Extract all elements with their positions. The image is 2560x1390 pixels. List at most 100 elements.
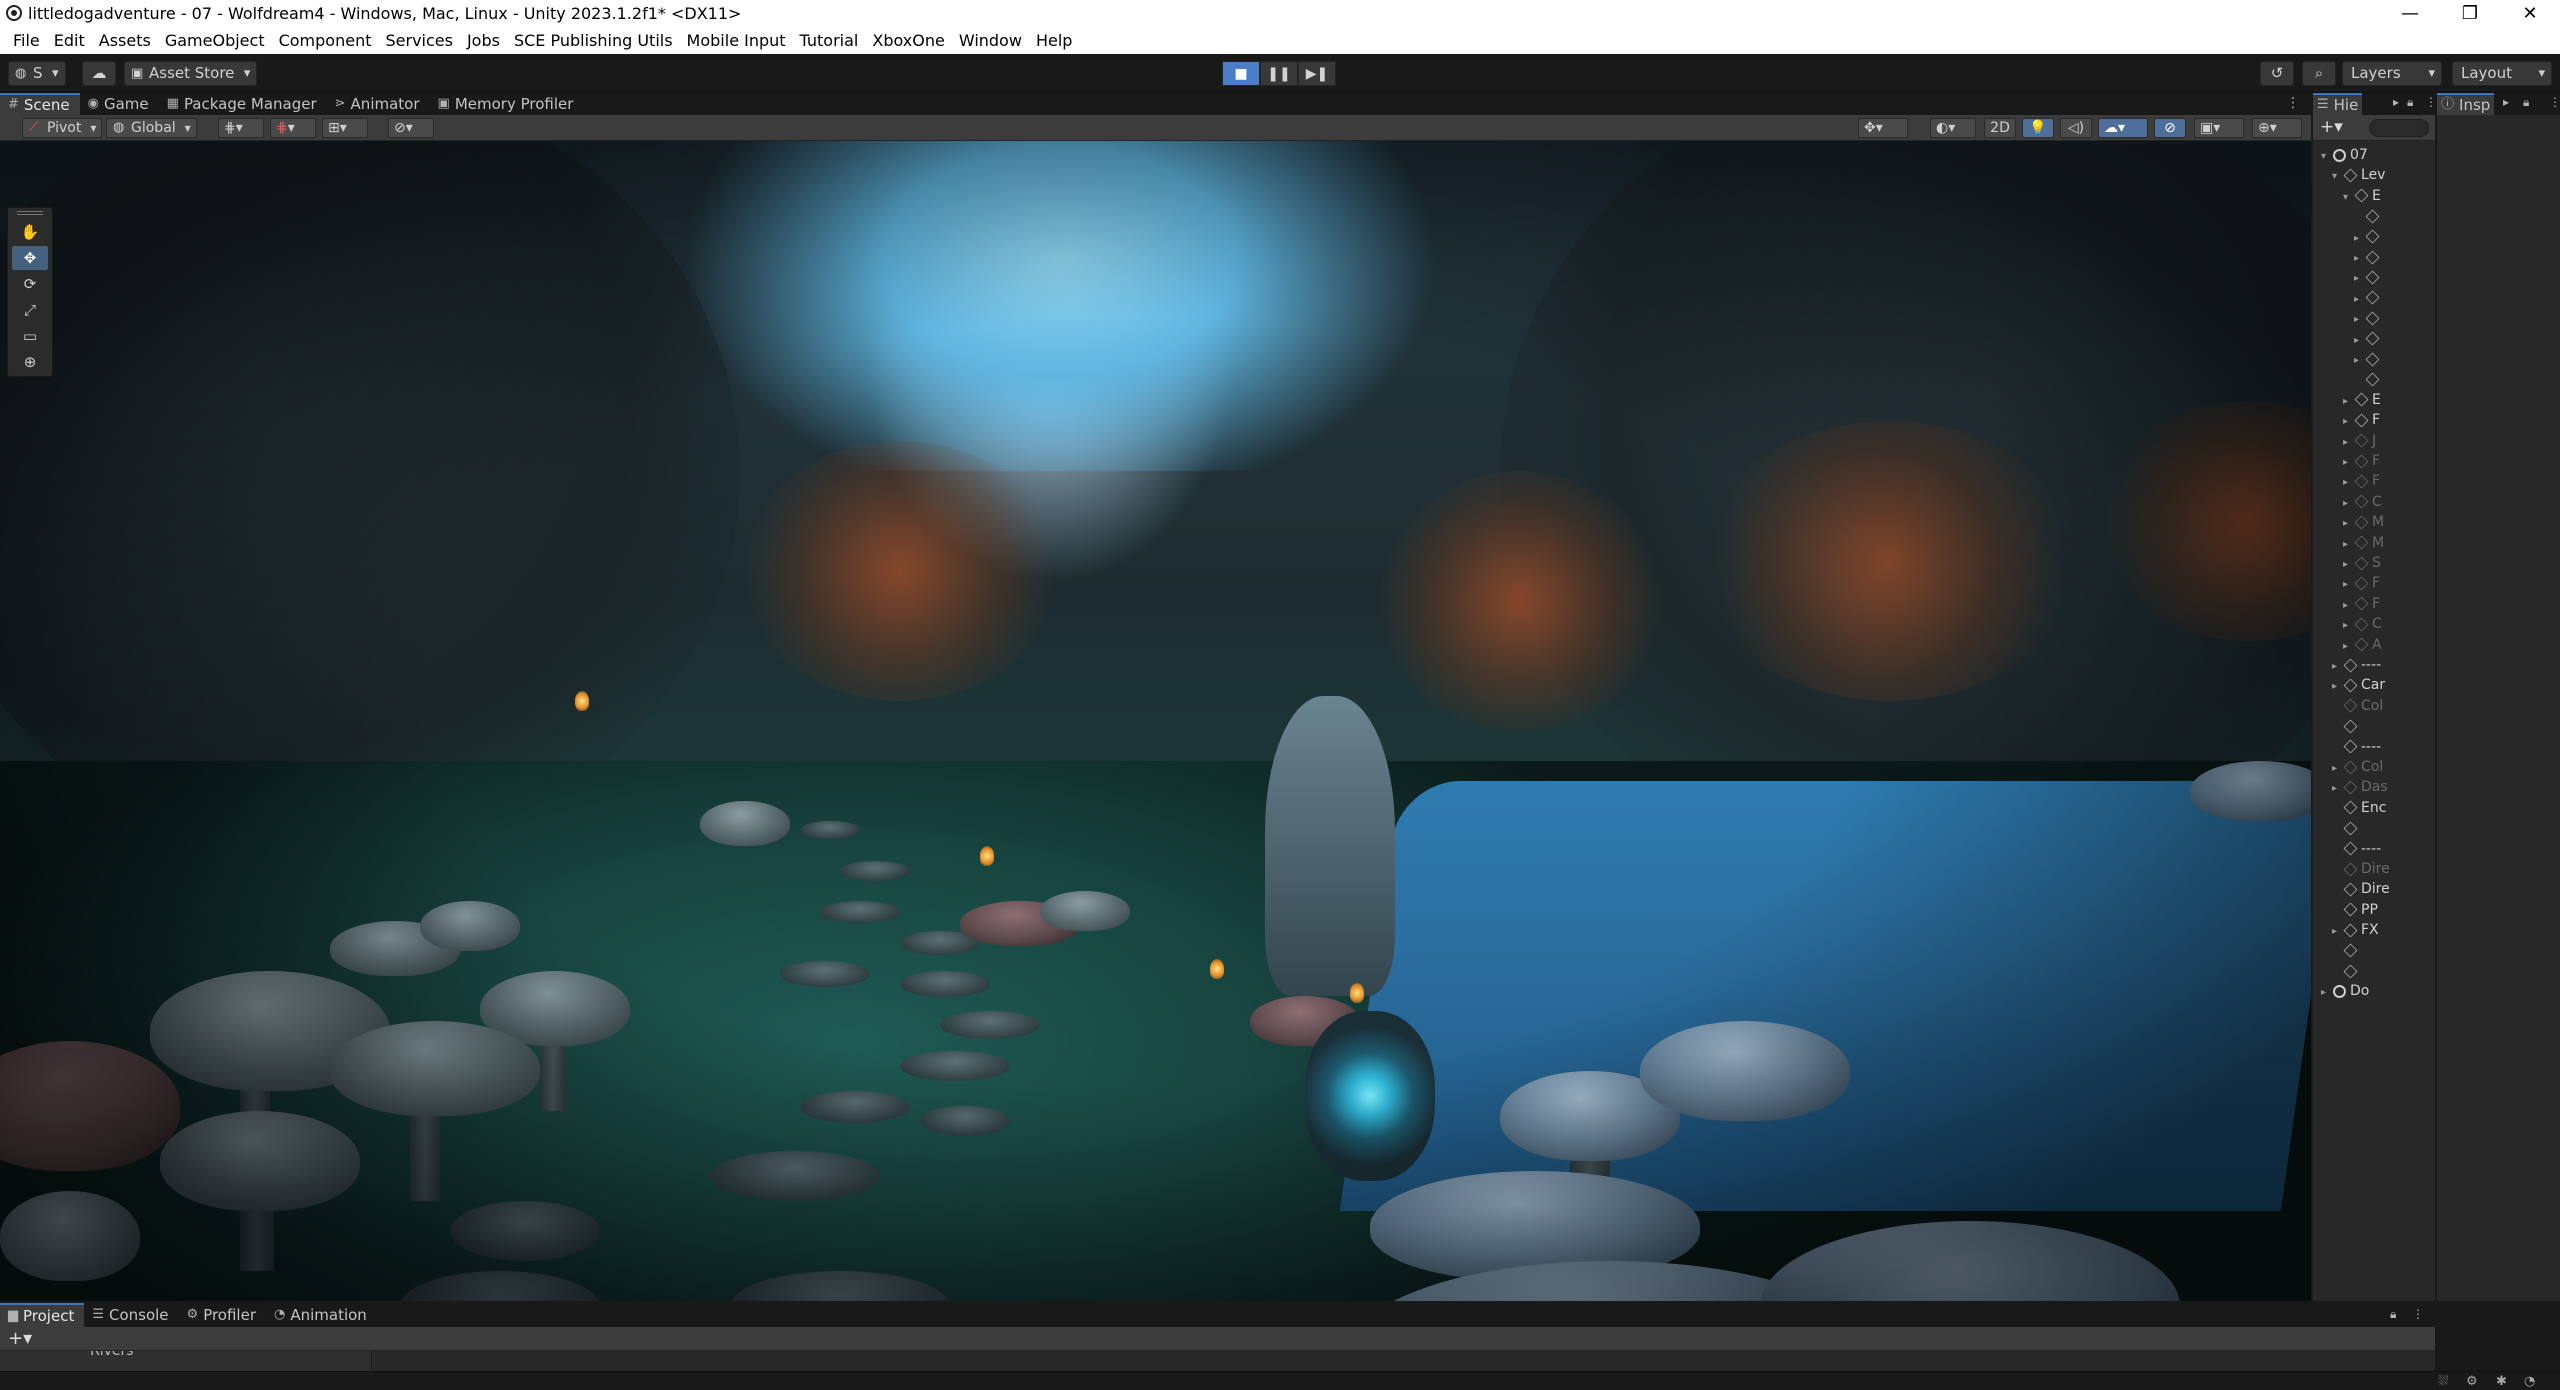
tab-memory-profiler[interactable]: ▣ Memory Profiler bbox=[430, 93, 584, 115]
layers-dropdown[interactable]: Layers bbox=[2342, 61, 2442, 86]
tab-profiler[interactable]: ⚙ Profiler bbox=[179, 1303, 266, 1327]
chevron-right-icon[interactable]: ▸ bbox=[2354, 229, 2364, 247]
hierarchy-row[interactable]: ▸ F bbox=[2313, 451, 2437, 471]
hierarchy-row[interactable]: Dire bbox=[2313, 859, 2437, 879]
hierarchy-row[interactable]: ▸ F bbox=[2313, 471, 2437, 491]
menu-sce-publishing-utils[interactable]: SCE Publishing Utils bbox=[507, 31, 680, 50]
menu-mobile-input[interactable]: Mobile Input bbox=[680, 31, 793, 50]
chevron-right-icon[interactable]: ▸ bbox=[2343, 494, 2353, 512]
hierarchy-row[interactable]: ▸ M bbox=[2313, 533, 2437, 553]
bug-icon[interactable]: ✱ bbox=[2496, 1374, 2507, 1389]
chevron-right-icon[interactable]: ▸ bbox=[2354, 310, 2364, 328]
lock-icon[interactable]: 🔒︎ bbox=[2407, 95, 2413, 110]
hierarchy-row[interactable]: ▸ E bbox=[2313, 390, 2437, 410]
tab-project[interactable]: ▆ Project bbox=[0, 1303, 85, 1327]
hierarchy-row[interactable]: ▸ M bbox=[2313, 512, 2437, 532]
chevron-right-icon[interactable]: ▸ bbox=[2354, 351, 2364, 369]
hierarchy-row[interactable]: ▸ J bbox=[2313, 431, 2437, 451]
create-asset-button[interactable]: +▾ bbox=[8, 1328, 32, 1349]
camera-settings-dropdown[interactable]: ▣▾ bbox=[2194, 118, 2244, 138]
increment-snap-dropdown[interactable]: ⊞▾ bbox=[322, 118, 368, 138]
stop-button[interactable]: ■ bbox=[1222, 61, 1260, 86]
hierarchy-row[interactable] bbox=[2313, 941, 2437, 961]
step-button[interactable]: ▶❚ bbox=[1298, 61, 1336, 86]
panel-menu-icon[interactable]: ⋮ bbox=[2549, 95, 2560, 109]
panel-menu-icon[interactable]: ⋮ bbox=[2286, 95, 2300, 111]
hierarchy-row[interactable]: ▸ bbox=[2313, 267, 2437, 287]
hierarchy-row[interactable] bbox=[2313, 369, 2437, 389]
menu-gameobject[interactable]: GameObject bbox=[158, 31, 272, 50]
hierarchy-row[interactable]: ▸ ---- bbox=[2313, 655, 2437, 675]
more-icon[interactable]: ▸ bbox=[2503, 95, 2509, 109]
chevron-right-icon[interactable]: ▸ bbox=[2332, 657, 2342, 675]
menu-services[interactable]: Services bbox=[378, 31, 459, 50]
account-dropdown[interactable]: ◍ S ▾ bbox=[8, 61, 66, 86]
menu-jobs[interactable]: Jobs bbox=[460, 31, 507, 50]
chevron-right-icon[interactable]: ▸ bbox=[2354, 290, 2364, 308]
hierarchy-row[interactable]: Dire bbox=[2313, 879, 2437, 899]
chevron-down-icon[interactable]: ▾ bbox=[2343, 188, 2353, 206]
hierarchy-row[interactable]: ▸ Do bbox=[2313, 981, 2437, 1001]
transform-tool-button[interactable]: ⊕ bbox=[12, 350, 48, 374]
hierarchy-row[interactable]: ▸ S bbox=[2313, 553, 2437, 573]
chevron-right-icon[interactable]: ▸ bbox=[2343, 514, 2353, 532]
close-button[interactable]: ✕ bbox=[2500, 0, 2560, 27]
hierarchy-row[interactable]: ▸ bbox=[2313, 288, 2437, 308]
hierarchy-row[interactable]: ▸ Das bbox=[2313, 777, 2437, 797]
chevron-right-icon[interactable]: ▸ bbox=[2343, 392, 2353, 410]
cache-icon[interactable]: ⛆ bbox=[2438, 1374, 2448, 1389]
grid-snapping-dropdown[interactable]: ⋕▾ bbox=[270, 118, 316, 138]
orientation-dropdown[interactable]: ✥▾ bbox=[1858, 118, 1908, 138]
menu-file[interactable]: File bbox=[6, 31, 47, 50]
mode-2d-toggle[interactable]: 2D bbox=[1984, 118, 2016, 138]
hierarchy-row[interactable] bbox=[2313, 961, 2437, 981]
gizmo-tools-dropdown[interactable]: ⊘▾ bbox=[388, 118, 434, 138]
hierarchy-row[interactable]: ▸ C bbox=[2313, 492, 2437, 512]
hierarchy-row[interactable]: ▸ bbox=[2313, 349, 2437, 369]
chevron-down-icon[interactable]: ▾ bbox=[2321, 147, 2331, 165]
chevron-right-icon[interactable]: ▸ bbox=[2343, 596, 2353, 614]
hierarchy-row[interactable]: ▸ bbox=[2313, 308, 2437, 328]
tab-animation[interactable]: ◔ Animation bbox=[266, 1303, 377, 1327]
tab-hierarchy[interactable]: ☰ Hie bbox=[2313, 93, 2363, 115]
scale-tool-button[interactable]: ⤢ bbox=[12, 298, 48, 322]
pause-button[interactable]: ❚❚ bbox=[1260, 61, 1298, 86]
chevron-right-icon[interactable]: ▸ bbox=[2354, 269, 2364, 287]
hierarchy-row[interactable]: ▾ E bbox=[2313, 186, 2437, 206]
hierarchy-row[interactable]: PP bbox=[2313, 900, 2437, 920]
rotate-tool-button[interactable]: ⟳ bbox=[12, 272, 48, 296]
hierarchy-row[interactable]: ▸ A bbox=[2313, 635, 2437, 655]
drag-handle[interactable] bbox=[17, 211, 43, 215]
menu-edit[interactable]: Edit bbox=[47, 31, 92, 50]
search-button[interactable]: ⌕ bbox=[2302, 61, 2336, 86]
chevron-right-icon[interactable]: ▸ bbox=[2332, 779, 2342, 797]
chevron-right-icon[interactable]: ▸ bbox=[2343, 575, 2353, 593]
chevron-right-icon[interactable]: ▸ bbox=[2321, 983, 2331, 1001]
global-dropdown[interactable]: ◍ Global ▾ bbox=[106, 118, 197, 138]
chevron-right-icon[interactable]: ▸ bbox=[2354, 249, 2364, 267]
tab-animator[interactable]: ⋗ Animator bbox=[327, 93, 430, 115]
chevron-right-icon[interactable]: ▸ bbox=[2343, 637, 2353, 655]
chevron-right-icon[interactable]: ▸ bbox=[2343, 555, 2353, 573]
lock-icon[interactable]: 🔒︎ bbox=[2390, 1307, 2396, 1322]
tab-package-manager[interactable]: ▦ Package Manager bbox=[159, 93, 327, 115]
draw-mode-dropdown[interactable]: ◐▾ bbox=[1930, 118, 1976, 138]
hierarchy-row[interactable]: ▸ F bbox=[2313, 573, 2437, 593]
hierarchy-row[interactable]: ▸ bbox=[2313, 247, 2437, 267]
menu-window[interactable]: Window bbox=[952, 31, 1029, 50]
chevron-right-icon[interactable]: ▸ bbox=[2343, 473, 2353, 491]
folder-item[interactable]: Rivers bbox=[90, 1351, 134, 1359]
move-tool-button[interactable]: ✥ bbox=[12, 246, 48, 270]
progress-icon[interactable]: ◔ bbox=[2524, 1374, 2535, 1389]
layout-dropdown[interactable]: Layout bbox=[2452, 61, 2552, 86]
pivot-dropdown[interactable]: ⟋ Pivot ▾ bbox=[22, 118, 103, 138]
hierarchy-row[interactable]: ▸ C bbox=[2313, 614, 2437, 634]
hierarchy-row[interactable] bbox=[2313, 818, 2437, 838]
chevron-right-icon[interactable]: ▸ bbox=[2343, 616, 2353, 634]
maximize-button[interactable]: ❐ bbox=[2440, 0, 2500, 27]
hierarchy-row[interactable]: ▸ bbox=[2313, 227, 2437, 247]
hierarchy-row[interactable]: Col bbox=[2313, 696, 2437, 716]
chevron-right-icon[interactable]: ▸ bbox=[2354, 331, 2364, 349]
chevron-right-icon[interactable]: ▸ bbox=[2343, 433, 2353, 451]
lock-icon[interactable]: 🔒︎ bbox=[2523, 95, 2529, 110]
